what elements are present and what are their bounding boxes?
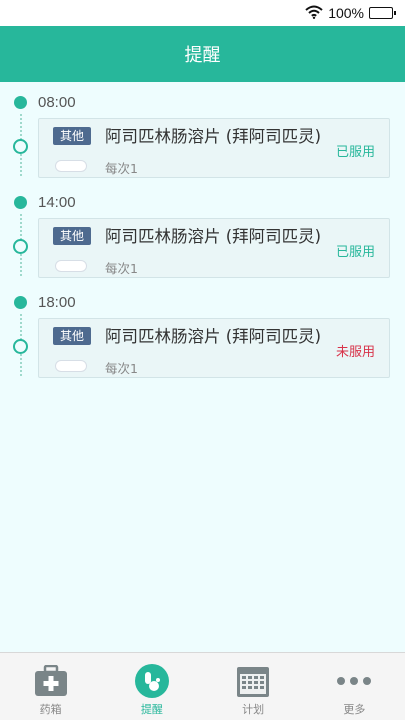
tab-more[interactable]: 更多 (304, 653, 405, 720)
drug-name: 阿司匹林肠溶片 (拜阿司匹灵) (105, 127, 322, 146)
timeline-dot (14, 196, 27, 209)
tab-medicine-box[interactable]: 药箱 (0, 653, 101, 720)
pill-reminder-icon (134, 663, 170, 699)
reminder-group: 08:00 其他 阿司匹林肠溶片 (拜阿司匹灵) 已服用 每次1 (0, 82, 405, 182)
tab-reminder[interactable]: 提醒 (101, 653, 202, 720)
dose-text: 每次1 (105, 161, 138, 176)
category-tag: 其他 (53, 227, 91, 245)
drug-name: 阿司匹林肠溶片 (拜阿司匹灵) (105, 227, 322, 246)
reminder-group: 14:00 其他 阿司匹林肠溶片 (拜阿司匹灵) 已服用 每次1 (0, 182, 405, 282)
dose-text: 每次1 (105, 261, 138, 276)
reminder-time: 18:00 (38, 294, 76, 311)
medicine-box-icon (33, 663, 69, 699)
timeline-ring (13, 239, 28, 254)
more-dots-icon (336, 663, 372, 699)
battery-icon (369, 7, 396, 19)
timeline-dot (14, 296, 27, 309)
battery-percent: 100% (328, 5, 364, 21)
timeline-ring (13, 139, 28, 154)
tab-label: 更多 (343, 703, 366, 716)
reminder-card[interactable]: 其他 阿司匹林肠溶片 (拜阿司匹灵) 已服用 每次1 (38, 118, 390, 178)
status-badge[interactable]: 已服用 (336, 141, 375, 160)
tab-label: 药箱 (39, 703, 62, 716)
timeline-dot (14, 96, 27, 109)
tab-plan[interactable]: 计划 (203, 653, 304, 720)
status-badge[interactable]: 未服用 (336, 341, 375, 360)
pill-icon (55, 360, 87, 372)
tab-label: 计划 (242, 703, 265, 716)
bottom-tab-bar: 药箱 提醒 计划 更多 (0, 652, 405, 720)
reminder-timeline: 08:00 其他 阿司匹林肠溶片 (拜阿司匹灵) 已服用 每次1 14:00 其… (0, 82, 405, 382)
category-tag: 其他 (53, 327, 91, 345)
category-tag: 其他 (53, 127, 91, 145)
pill-icon (55, 160, 87, 172)
status-bar: 100% (0, 0, 405, 26)
page-title: 提醒 (184, 45, 221, 66)
reminder-time: 14:00 (38, 194, 76, 211)
reminder-card[interactable]: 其他 阿司匹林肠溶片 (拜阿司匹灵) 已服用 每次1 (38, 218, 390, 278)
app-header: 提醒 (0, 26, 405, 82)
tab-label: 提醒 (140, 703, 163, 716)
reminder-card[interactable]: 其他 阿司匹林肠溶片 (拜阿司匹灵) 未服用 每次1 (38, 318, 390, 378)
pill-icon (55, 260, 87, 272)
timeline-ring (13, 339, 28, 354)
drug-name: 阿司匹林肠溶片 (拜阿司匹灵) (105, 327, 322, 346)
calendar-icon (235, 663, 271, 699)
reminder-group: 18:00 其他 阿司匹林肠溶片 (拜阿司匹灵) 未服用 每次1 (0, 282, 405, 382)
wifi-icon (305, 4, 323, 23)
reminder-time: 08:00 (38, 94, 76, 111)
dose-text: 每次1 (105, 361, 138, 376)
status-badge[interactable]: 已服用 (336, 241, 375, 260)
